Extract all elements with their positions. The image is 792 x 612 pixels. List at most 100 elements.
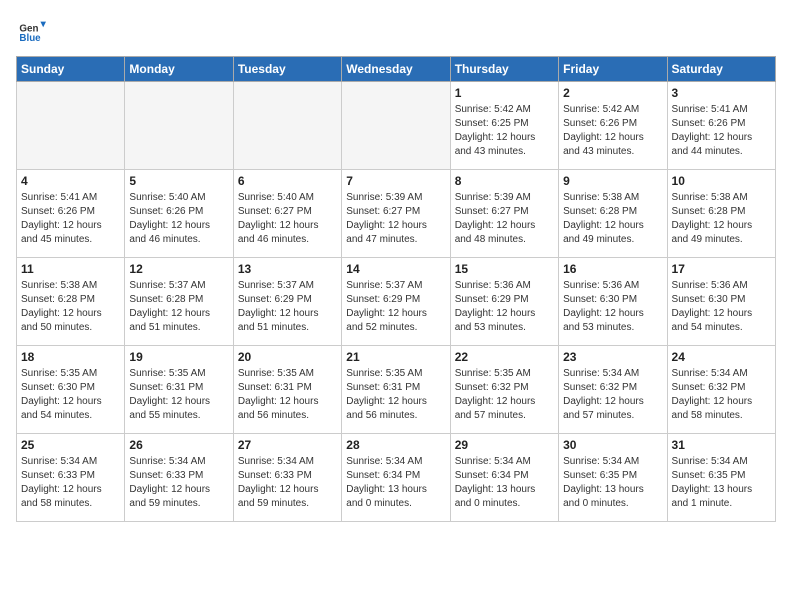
- calendar-body: 1 Sunrise: 5:42 AMSunset: 6:25 PMDaylight…: [17, 82, 776, 522]
- calendar-cell: 4Sunrise: 5:41 AMSunset: 6:26 PMDaylight…: [17, 170, 125, 258]
- day-number: 21: [346, 350, 445, 364]
- day-info: Sunrise: 5:35 AMSunset: 6:32 PMDaylight:…: [455, 367, 554, 423]
- calendar-cell: 2 Sunrise: 5:42 AMSunset: 6:26 PMDaylight…: [559, 82, 667, 170]
- day-info: Sunrise: 5:36 AMSunset: 6:29 PMDaylight:…: [455, 279, 554, 335]
- day-number: 9: [563, 174, 662, 188]
- weekday-header-cell: Tuesday: [233, 57, 341, 82]
- day-number: 11: [21, 262, 120, 276]
- calendar-cell: 9 Sunrise: 5:38 AMSunset: 6:28 PMDaylight…: [559, 170, 667, 258]
- calendar-cell: 25Sunrise: 5:34 AMSunset: 6:33 PMDayligh…: [17, 434, 125, 522]
- day-info: Sunrise: 5:34 AMSunset: 6:32 PMDaylight:…: [563, 367, 662, 423]
- logo: Gen Blue: [16, 16, 46, 44]
- day-info: Sunrise: 5:39 AMSunset: 6:27 PMDaylight:…: [346, 191, 445, 247]
- calendar-cell: 8 Sunrise: 5:39 AMSunset: 6:27 PMDaylight…: [450, 170, 558, 258]
- weekday-header-cell: Thursday: [450, 57, 558, 82]
- weekday-header-cell: Saturday: [667, 57, 775, 82]
- calendar-cell: 22 Sunrise: 5:35 AMSunset: 6:32 PMDayligh…: [450, 346, 558, 434]
- calendar-cell: 11Sunrise: 5:38 AMSunset: 6:28 PMDayligh…: [17, 258, 125, 346]
- day-info: Sunrise: 5:34 AMSunset: 6:35 PMDaylight:…: [672, 455, 771, 511]
- day-number: 15: [455, 262, 554, 276]
- day-info: Sunrise: 5:34 AMSunset: 6:33 PMDaylight:…: [21, 455, 120, 511]
- calendar-cell: 12Sunrise: 5:37 AMSunset: 6:28 PMDayligh…: [125, 258, 233, 346]
- day-info: Sunrise: 5:42 AMSunset: 6:25 PMDaylight:…: [455, 103, 554, 159]
- day-info: Sunrise: 5:35 AMSunset: 6:31 PMDaylight:…: [129, 367, 228, 423]
- page-header: Gen Blue: [16, 16, 776, 44]
- day-info: Sunrise: 5:38 AMSunset: 6:28 PMDaylight:…: [672, 191, 771, 247]
- calendar-table: SundayMondayTuesdayWednesdayThursdayFrid…: [16, 56, 776, 522]
- calendar-week-row: 4Sunrise: 5:41 AMSunset: 6:26 PMDaylight…: [17, 170, 776, 258]
- day-number: 8: [455, 174, 554, 188]
- day-info: Sunrise: 5:39 AMSunset: 6:27 PMDaylight:…: [455, 191, 554, 247]
- day-number: 2: [563, 86, 662, 100]
- calendar-cell: 3Sunrise: 5:41 AMSunset: 6:26 PMDaylight…: [667, 82, 775, 170]
- day-info: Sunrise: 5:37 AMSunset: 6:29 PMDaylight:…: [238, 279, 337, 335]
- calendar-cell: 30 Sunrise: 5:34 AMSunset: 6:35 PMDayligh…: [559, 434, 667, 522]
- day-number: 22: [455, 350, 554, 364]
- day-number: 19: [129, 350, 228, 364]
- calendar-cell: 20Sunrise: 5:35 AMSunset: 6:31 PMDayligh…: [233, 346, 341, 434]
- day-number: 4: [21, 174, 120, 188]
- day-number: 27: [238, 438, 337, 452]
- day-info: Sunrise: 5:41 AMSunset: 6:26 PMDaylight:…: [672, 103, 771, 159]
- day-info: Sunrise: 5:37 AMSunset: 6:29 PMDaylight:…: [346, 279, 445, 335]
- calendar-cell: 28 Sunrise: 5:34 AMSunset: 6:34 PMDayligh…: [342, 434, 450, 522]
- calendar-cell: [233, 82, 341, 170]
- calendar-week-row: 25Sunrise: 5:34 AMSunset: 6:33 PMDayligh…: [17, 434, 776, 522]
- day-number: 28: [346, 438, 445, 452]
- calendar-cell: 5 Sunrise: 5:40 AMSunset: 6:26 PMDaylight…: [125, 170, 233, 258]
- day-info: Sunrise: 5:34 AMSunset: 6:34 PMDaylight:…: [455, 455, 554, 511]
- day-number: 23: [563, 350, 662, 364]
- calendar-cell: 10Sunrise: 5:38 AMSunset: 6:28 PMDayligh…: [667, 170, 775, 258]
- day-info: Sunrise: 5:40 AMSunset: 6:26 PMDaylight:…: [129, 191, 228, 247]
- day-number: 29: [455, 438, 554, 452]
- svg-text:Blue: Blue: [19, 33, 41, 44]
- calendar-cell: 26Sunrise: 5:34 AMSunset: 6:33 PMDayligh…: [125, 434, 233, 522]
- day-info: Sunrise: 5:38 AMSunset: 6:28 PMDaylight:…: [563, 191, 662, 247]
- weekday-header-row: SundayMondayTuesdayWednesdayThursdayFrid…: [17, 57, 776, 82]
- weekday-header-cell: Sunday: [17, 57, 125, 82]
- calendar-week-row: 18Sunrise: 5:35 AMSunset: 6:30 PMDayligh…: [17, 346, 776, 434]
- day-number: 7: [346, 174, 445, 188]
- day-info: Sunrise: 5:37 AMSunset: 6:28 PMDaylight:…: [129, 279, 228, 335]
- calendar-cell: 19 Sunrise: 5:35 AMSunset: 6:31 PMDayligh…: [125, 346, 233, 434]
- calendar-cell: 24Sunrise: 5:34 AMSunset: 6:32 PMDayligh…: [667, 346, 775, 434]
- calendar-cell: 13 Sunrise: 5:37 AMSunset: 6:29 PMDayligh…: [233, 258, 341, 346]
- day-info: Sunrise: 5:34 AMSunset: 6:32 PMDaylight:…: [672, 367, 771, 423]
- logo-icon: Gen Blue: [18, 16, 46, 44]
- calendar-cell: [17, 82, 125, 170]
- day-info: Sunrise: 5:42 AMSunset: 6:26 PMDaylight:…: [563, 103, 662, 159]
- calendar-week-row: 11Sunrise: 5:38 AMSunset: 6:28 PMDayligh…: [17, 258, 776, 346]
- day-number: 30: [563, 438, 662, 452]
- calendar-week-row: 1 Sunrise: 5:42 AMSunset: 6:25 PMDaylight…: [17, 82, 776, 170]
- calendar-cell: 7 Sunrise: 5:39 AMSunset: 6:27 PMDaylight…: [342, 170, 450, 258]
- weekday-header-cell: Wednesday: [342, 57, 450, 82]
- calendar-cell: 27Sunrise: 5:34 AMSunset: 6:33 PMDayligh…: [233, 434, 341, 522]
- day-info: Sunrise: 5:34 AMSunset: 6:34 PMDaylight:…: [346, 455, 445, 511]
- weekday-header-cell: Friday: [559, 57, 667, 82]
- calendar-cell: 23 Sunrise: 5:34 AMSunset: 6:32 PMDayligh…: [559, 346, 667, 434]
- day-number: 6: [238, 174, 337, 188]
- day-number: 14: [346, 262, 445, 276]
- day-info: Sunrise: 5:36 AMSunset: 6:30 PMDaylight:…: [563, 279, 662, 335]
- calendar-cell: 21 Sunrise: 5:35 AMSunset: 6:31 PMDayligh…: [342, 346, 450, 434]
- day-number: 31: [672, 438, 771, 452]
- calendar-cell: 15 Sunrise: 5:36 AMSunset: 6:29 PMDayligh…: [450, 258, 558, 346]
- day-number: 5: [129, 174, 228, 188]
- day-number: 18: [21, 350, 120, 364]
- calendar-cell: [125, 82, 233, 170]
- calendar-cell: 16 Sunrise: 5:36 AMSunset: 6:30 PMDayligh…: [559, 258, 667, 346]
- day-info: Sunrise: 5:34 AMSunset: 6:35 PMDaylight:…: [563, 455, 662, 511]
- day-number: 16: [563, 262, 662, 276]
- day-number: 1: [455, 86, 554, 100]
- calendar-cell: 29 Sunrise: 5:34 AMSunset: 6:34 PMDayligh…: [450, 434, 558, 522]
- calendar-cell: 1 Sunrise: 5:42 AMSunset: 6:25 PMDaylight…: [450, 82, 558, 170]
- day-number: 17: [672, 262, 771, 276]
- calendar-cell: 14 Sunrise: 5:37 AMSunset: 6:29 PMDayligh…: [342, 258, 450, 346]
- day-number: 26: [129, 438, 228, 452]
- day-number: 13: [238, 262, 337, 276]
- calendar-cell: 17Sunrise: 5:36 AMSunset: 6:30 PMDayligh…: [667, 258, 775, 346]
- day-number: 20: [238, 350, 337, 364]
- calendar-cell: 6Sunrise: 5:40 AMSunset: 6:27 PMDaylight…: [233, 170, 341, 258]
- day-info: Sunrise: 5:35 AMSunset: 6:31 PMDaylight:…: [346, 367, 445, 423]
- calendar-cell: 31 Sunrise: 5:34 AMSunset: 6:35 PMDayligh…: [667, 434, 775, 522]
